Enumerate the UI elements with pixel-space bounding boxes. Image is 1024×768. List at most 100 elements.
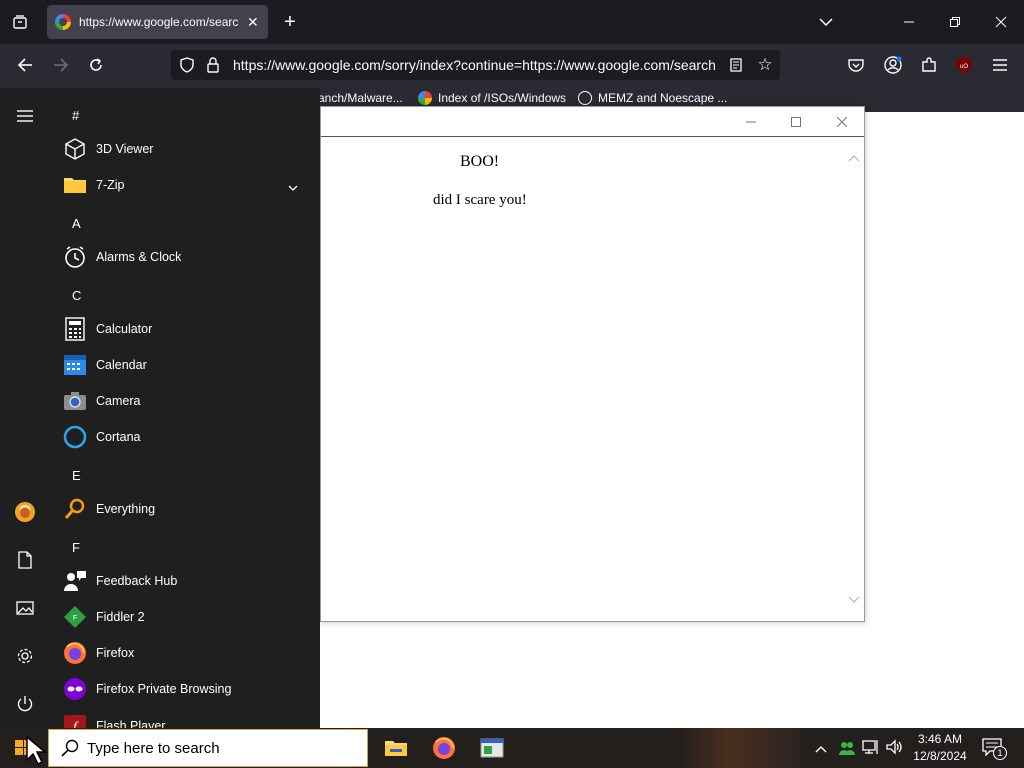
app-calendar[interactable]: Calendar [62,349,312,381]
private-browsing-icon [62,676,88,702]
settings-gear-icon[interactable] [10,641,40,671]
svg-text:uO: uO [960,64,968,70]
app-3d-viewer[interactable]: 3D Viewer [62,133,312,165]
shield-icon[interactable] [179,57,195,73]
reload-button[interactable] [85,54,107,76]
tab-title: https://www.google.com/searc [79,15,239,29]
app-label: Calendar [96,358,147,372]
mouse-cursor-icon [26,735,50,768]
popup-maximize-button[interactable] [784,111,808,133]
extensions-icon[interactable] [918,54,940,76]
clock[interactable]: 3:46 AM 12/8/2024 [910,731,970,765]
close-tab-icon[interactable]: ✕ [247,14,259,31]
scroll-down-icon[interactable] [848,593,860,607]
lock-icon[interactable] [205,57,221,73]
popup-close-button[interactable] [830,111,854,133]
taskbar-search-box[interactable]: Type here to search [48,729,368,767]
hamburger-menu-icon[interactable] [10,101,40,131]
bookmark-label: Index of /ISOs/Windows [438,91,567,105]
app-alarms-clock[interactable]: Alarms & Clock [62,241,312,273]
tab-overview-icon[interactable] [10,12,30,32]
start-menu-rail [0,88,50,728]
app-label: Firefox Private Browsing [96,682,232,696]
active-tab[interactable]: https://www.google.com/searc ✕ [47,5,268,39]
file-explorer-icon [385,741,407,756]
folder-icon [62,172,88,198]
app-firefox[interactable]: Firefox [62,637,312,669]
app-flash-player[interactable]: f Flash Player [62,709,312,728]
app-fiddler-2[interactable]: F Fiddler 2 [62,601,312,633]
running-app-taskbar-button[interactable] [478,734,506,762]
notification-count-badge: 1 [993,746,1007,760]
section-letter-e[interactable]: E [72,468,81,483]
cube-icon [62,136,88,162]
url-text[interactable]: https://www.google.com/sorry/index?conti… [233,57,717,73]
taskbar: Type here to search 3:46 AM 12/8/2024 1 [0,728,1024,768]
app-everything[interactable]: Everything [62,493,312,525]
documents-icon[interactable] [10,545,40,575]
back-button[interactable] [14,54,36,76]
app-calculator[interactable]: Calculator [62,313,312,345]
bookmark-label: MEMZ and Noescape ... [598,91,728,105]
pictures-icon[interactable] [10,593,40,623]
section-letter-hash[interactable]: # [72,108,79,123]
app-menu-icon[interactable] [990,55,1010,75]
app-camera[interactable]: Camera [62,385,312,417]
globe-icon [578,91,592,105]
minimize-button[interactable] [899,12,919,32]
user-avatar[interactable] [10,497,40,527]
flash-icon: f [62,713,88,728]
volume-icon[interactable] [886,739,904,758]
app-label: Calculator [96,322,153,336]
popup-titlebar[interactable] [321,107,864,137]
popup-window: BOO! did I scare you! [320,106,865,622]
bookmark-isos-windows[interactable]: Index of /ISOs/Windows [418,91,566,105]
file-explorer-button[interactable] [382,734,410,762]
bookmark-malware[interactable]: anch/Malware... [318,91,403,105]
app-label: Cortana [96,430,141,444]
power-icon[interactable] [10,689,40,719]
show-hidden-icons-chevron-up-icon[interactable] [815,742,827,756]
clock-icon [62,244,88,270]
close-window-button[interactable] [991,12,1011,32]
magnifier-icon [62,496,88,522]
chevron-down-icon[interactable] [288,181,298,195]
section-letter-c[interactable]: C [72,288,81,303]
feedback-icon [62,568,88,594]
restore-button[interactable] [945,12,965,32]
section-letter-a[interactable]: A [72,216,81,231]
wallpaper-strip [680,728,800,768]
bookmark-star-icon[interactable]: ☆ [756,55,774,74]
app-feedback-hub[interactable]: Feedback Hub [62,565,312,597]
calculator-icon [62,316,88,342]
action-center-button[interactable]: 1 [982,738,1007,760]
app-label: 7-Zip [96,178,125,192]
section-letter-f[interactable]: F [72,540,80,555]
address-bar[interactable]: https://www.google.com/sorry/index?conti… [171,50,780,80]
network-icon[interactable] [862,739,880,758]
start-menu: # 3D Viewer 7-Zip A Alarms & Clock C Cal… [0,88,320,728]
popup-message: did I scare you! [433,192,527,208]
svg-text:F: F [73,615,77,622]
app-firefox-private-browsing[interactable]: Firefox Private Browsing [62,673,312,705]
new-tab-button[interactable]: + [280,11,300,33]
scroll-up-icon[interactable] [848,151,860,165]
pocket-icon[interactable] [846,55,866,75]
forward-button[interactable] [50,54,72,76]
window-app-icon [480,738,504,758]
reader-view-icon[interactable] [728,57,744,73]
app-label: Feedback Hub [96,574,178,588]
app-label: Everything [96,502,156,516]
popup-minimize-button[interactable] [739,111,763,133]
bookmark-label: anch/Malware... [318,91,403,105]
bookmark-memz[interactable]: MEMZ and Noescape ... [578,91,727,105]
list-all-tabs-icon[interactable] [816,12,836,32]
clock-time: 3:46 AM [917,732,963,746]
firefox-taskbar-button[interactable] [430,734,458,762]
people-sync-icon[interactable] [838,739,856,760]
app-cortana[interactable]: Cortana [62,421,312,453]
app-7-zip[interactable]: 7-Zip [62,169,312,201]
calendar-icon [62,352,88,378]
account-icon[interactable] [882,54,904,76]
ublock-origin-icon[interactable]: uO [954,55,974,75]
